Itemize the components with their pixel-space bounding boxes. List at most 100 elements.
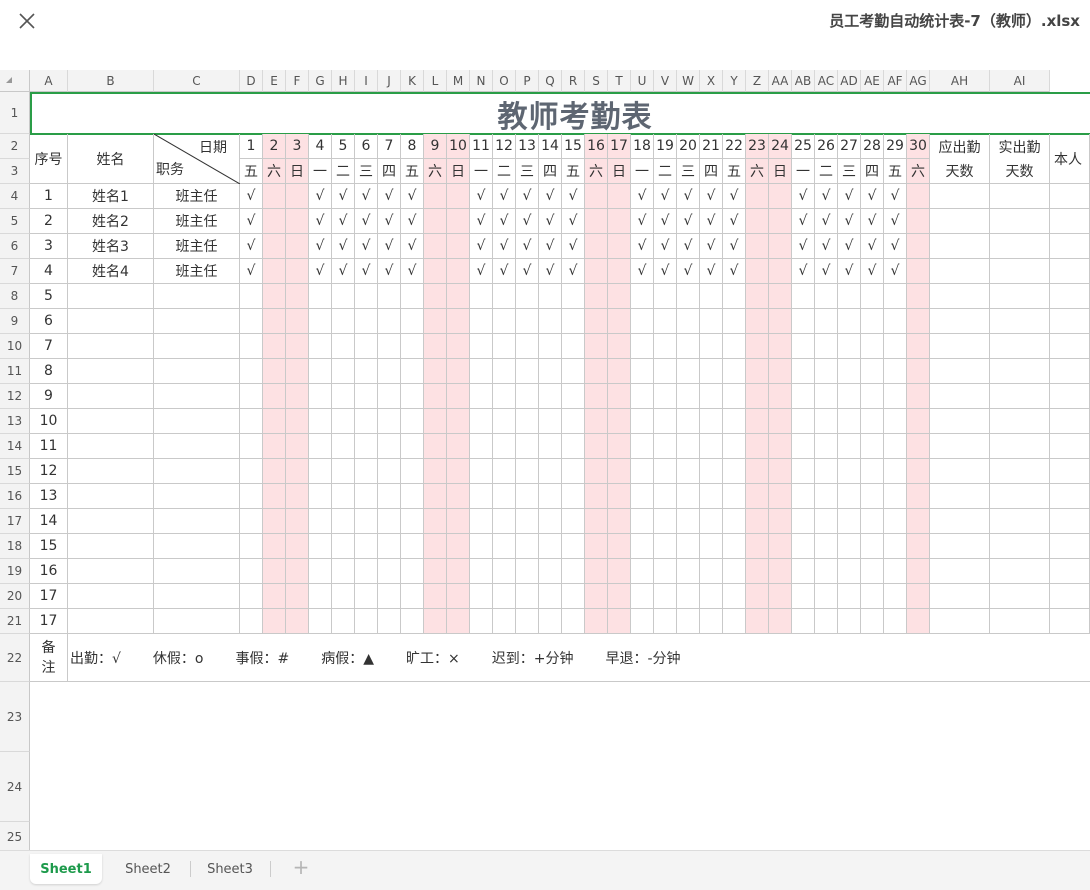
- attendance-cell[interactable]: [562, 484, 585, 509]
- summary-cell[interactable]: [990, 409, 1050, 434]
- attendance-cell[interactable]: √: [332, 259, 355, 284]
- attendance-cell[interactable]: [838, 359, 861, 384]
- column-header-a[interactable]: A: [30, 70, 68, 92]
- attendance-cell[interactable]: [424, 584, 447, 609]
- date-header[interactable]: 14: [539, 134, 562, 159]
- date-header[interactable]: 15: [562, 134, 585, 159]
- attendance-cell[interactable]: [516, 609, 539, 634]
- attendance-cell[interactable]: √: [493, 234, 516, 259]
- attendance-cell[interactable]: [631, 584, 654, 609]
- weekday-header[interactable]: 日: [286, 159, 309, 184]
- attendance-cell[interactable]: [286, 284, 309, 309]
- attendance-cell[interactable]: [608, 259, 631, 284]
- row-header-13[interactable]: 13: [0, 409, 30, 434]
- attendance-cell[interactable]: [585, 509, 608, 534]
- attendance-cell[interactable]: [516, 559, 539, 584]
- attendance-cell[interactable]: [700, 309, 723, 334]
- attendance-cell[interactable]: [309, 459, 332, 484]
- attendance-cell[interactable]: [654, 434, 677, 459]
- attendance-cell[interactable]: [539, 459, 562, 484]
- attendance-cell[interactable]: [309, 409, 332, 434]
- attendance-cell[interactable]: [240, 309, 263, 334]
- column-header-ah[interactable]: AH: [930, 70, 990, 92]
- weekday-header[interactable]: 日: [447, 159, 470, 184]
- attendance-cell[interactable]: [861, 559, 884, 584]
- attendance-cell[interactable]: [309, 484, 332, 509]
- attendance-cell[interactable]: [654, 484, 677, 509]
- attendance-cell[interactable]: √: [631, 234, 654, 259]
- attendance-cell[interactable]: [861, 609, 884, 634]
- attendance-cell[interactable]: [654, 284, 677, 309]
- role-cell[interactable]: [154, 309, 240, 334]
- column-header-aa[interactable]: AA: [769, 70, 792, 92]
- attendance-cell[interactable]: [815, 584, 838, 609]
- attendance-cell[interactable]: [470, 609, 493, 634]
- summary-cell[interactable]: [930, 434, 990, 459]
- column-header-r[interactable]: R: [562, 70, 585, 92]
- row-header-11[interactable]: 11: [0, 359, 30, 384]
- column-header-d[interactable]: D: [240, 70, 263, 92]
- notes-legend[interactable]: 出勤：√ 休假：ο 事假：# 病假：▲ 旷工：× 迟到：+分钟 早退：-分钟: [68, 634, 1090, 682]
- attendance-cell[interactable]: [746, 384, 769, 409]
- attendance-cell[interactable]: [562, 309, 585, 334]
- attendance-cell[interactable]: [539, 384, 562, 409]
- weekday-header[interactable]: 四: [700, 159, 723, 184]
- attendance-cell[interactable]: [516, 584, 539, 609]
- attendance-cell[interactable]: [355, 409, 378, 434]
- role-cell[interactable]: [154, 584, 240, 609]
- role-cell[interactable]: 班主任: [154, 184, 240, 209]
- attendance-cell[interactable]: [378, 584, 401, 609]
- tab-sheet3[interactable]: Sheet3: [194, 854, 266, 884]
- summary-cell[interactable]: [930, 509, 990, 534]
- attendance-cell[interactable]: [723, 459, 746, 484]
- column-header-y[interactable]: Y: [723, 70, 746, 92]
- attendance-cell[interactable]: [746, 284, 769, 309]
- attendance-cell[interactable]: [677, 484, 700, 509]
- attendance-cell[interactable]: √: [309, 209, 332, 234]
- attendance-cell[interactable]: [516, 459, 539, 484]
- attendance-cell[interactable]: √: [332, 234, 355, 259]
- attendance-cell[interactable]: √: [539, 184, 562, 209]
- attendance-cell[interactable]: [240, 459, 263, 484]
- attendance-cell[interactable]: [654, 409, 677, 434]
- attendance-cell[interactable]: [447, 584, 470, 609]
- attendance-cell[interactable]: √: [815, 184, 838, 209]
- attendance-cell[interactable]: [562, 359, 585, 384]
- attendance-cell[interactable]: [470, 584, 493, 609]
- attendance-cell[interactable]: [608, 209, 631, 234]
- date-header[interactable]: 18: [631, 134, 654, 159]
- date-header[interactable]: 16: [585, 134, 608, 159]
- attendance-cell[interactable]: [309, 284, 332, 309]
- attendance-cell[interactable]: [723, 359, 746, 384]
- weekday-header[interactable]: 四: [378, 159, 401, 184]
- attendance-cell[interactable]: [631, 534, 654, 559]
- attendance-cell[interactable]: [332, 309, 355, 334]
- attendance-cell[interactable]: [332, 284, 355, 309]
- attendance-cell[interactable]: [700, 284, 723, 309]
- attendance-cell[interactable]: [378, 509, 401, 534]
- actual-days-header-top[interactable]: 实出勤: [990, 134, 1050, 159]
- attendance-cell[interactable]: √: [884, 259, 907, 284]
- date-header[interactable]: 13: [516, 134, 539, 159]
- attendance-cell[interactable]: [585, 459, 608, 484]
- attendance-cell[interactable]: [907, 259, 930, 284]
- attendance-cell[interactable]: [562, 409, 585, 434]
- role-cell[interactable]: [154, 434, 240, 459]
- attendance-cell[interactable]: [447, 284, 470, 309]
- attendance-cell[interactable]: [516, 309, 539, 334]
- attendance-cell[interactable]: [861, 509, 884, 534]
- attendance-cell[interactable]: [884, 484, 907, 509]
- date-header[interactable]: 30: [907, 134, 930, 159]
- attendance-cell[interactable]: [792, 559, 815, 584]
- attendance-cell[interactable]: [654, 384, 677, 409]
- weekday-header[interactable]: 二: [654, 159, 677, 184]
- attendance-cell[interactable]: [792, 384, 815, 409]
- summary-cell[interactable]: [990, 484, 1050, 509]
- attendance-cell[interactable]: √: [378, 259, 401, 284]
- attendance-cell[interactable]: [631, 559, 654, 584]
- summary-cell[interactable]: [1050, 234, 1090, 259]
- column-header-w[interactable]: W: [677, 70, 700, 92]
- attendance-cell[interactable]: [723, 334, 746, 359]
- summary-cell[interactable]: [930, 384, 990, 409]
- attendance-cell[interactable]: √: [516, 209, 539, 234]
